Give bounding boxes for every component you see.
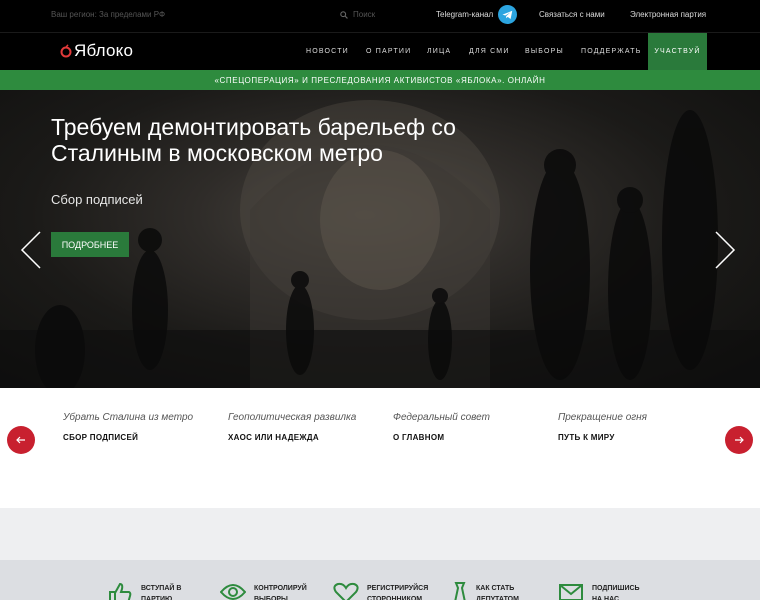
nav-item-people[interactable]: лица xyxy=(427,48,451,55)
action-label: ВСТУПАЙ В ПАРТИЮ xyxy=(141,585,182,600)
search-input[interactable]: Поиск xyxy=(353,10,375,19)
action-label: КАК СТАТЬ ДЕПУТАТОМ xyxy=(476,585,519,600)
topic-card-title: Убрать Сталина из метро xyxy=(63,412,194,423)
tie-icon xyxy=(454,582,466,600)
apple-logo-icon xyxy=(60,44,72,58)
search-box[interactable]: Поиск xyxy=(340,10,375,19)
topic-card[interactable]: Прекращение огня ПУТЬ К МИРУ xyxy=(558,412,713,442)
action-label: РЕГИСТРИРУЙСЯ СТОРОННИКОМ xyxy=(367,585,429,600)
hero-title: Требуем демонтировать барельеф со Сталин… xyxy=(51,114,456,166)
topic-card[interactable]: Федеральный совет О ГЛАВНОМ xyxy=(393,412,548,442)
action-become-deputy[interactable]: КАК СТАТЬ ДЕПУТАТОМ xyxy=(452,582,526,600)
participate-button[interactable]: участвуй xyxy=(648,33,707,70)
region-selector[interactable]: Ваш регион: За пределами РФ xyxy=(51,10,165,19)
topic-card-link[interactable]: ПУТЬ К МИРУ xyxy=(558,433,713,442)
topic-card[interactable]: Геополитическая развилка ХАОС ИЛИ НАДЕЖД… xyxy=(228,412,383,442)
action-label: КОНТРОЛИРУЙ ВЫБОРЫ xyxy=(254,585,307,600)
action-control-elections[interactable]: КОНТРОЛИРУЙ ВЫБОРЫ xyxy=(220,582,307,600)
hero-subtitle: Сбор подписей xyxy=(51,192,143,207)
chevron-left-icon[interactable] xyxy=(20,230,42,270)
action-label: ПОДПИШИСЬ НА НАС xyxy=(592,585,640,600)
mail-icon xyxy=(559,584,583,600)
nav-item-press[interactable]: для сми xyxy=(469,48,510,55)
telegram-link[interactable]: Telegram-канал xyxy=(436,10,493,19)
topic-card-link[interactable]: СБОР ПОДПИСЕЙ xyxy=(63,433,218,442)
main-nav: Яблоко новости о партии лица для сми выб… xyxy=(0,32,760,70)
nav-item-news[interactable]: новости xyxy=(306,48,349,55)
heart-icon xyxy=(333,582,359,600)
electronic-party-link[interactable]: Электронная партия xyxy=(630,10,706,19)
telegram-icon xyxy=(502,10,513,19)
hero-more-button[interactable]: ПОДРОБНЕЕ xyxy=(51,232,129,257)
topic-card-title: Федеральный совет xyxy=(393,412,490,423)
action-subscribe[interactable]: ПОДПИШИСЬ НА НАС xyxy=(558,582,642,600)
topics-carousel: Убрать Сталина из метро СБОР ПОДПИСЕЙ Ге… xyxy=(0,388,760,508)
nav-item-support[interactable]: поддержать xyxy=(581,48,642,55)
action-join-party[interactable]: ВСТУПАЙ В ПАРТИЮ xyxy=(107,582,191,600)
spacer-section xyxy=(0,508,760,560)
arrow-right-icon xyxy=(735,436,744,444)
hero-slider: Требуем демонтировать барельеф со Сталин… xyxy=(0,90,760,388)
nav-item-elections[interactable]: выборы xyxy=(525,48,564,55)
news-banner[interactable]: «СПЕЦОПЕРАЦИЯ» И ПРЕСЛЕДОВАНИЯ АКТИВИСТО… xyxy=(0,70,760,90)
carousel-next-button[interactable] xyxy=(725,426,753,454)
contact-link[interactable]: Связаться с нами xyxy=(539,10,605,19)
topic-card-title: Прекращение огня xyxy=(558,412,648,423)
top-bar: Ваш регион: За пределами РФ Поиск Telegr… xyxy=(0,0,760,32)
thumbs-up-icon xyxy=(109,582,132,600)
topic-card-link[interactable]: ХАОС ИЛИ НАДЕЖДА xyxy=(228,433,383,442)
carousel-prev-button[interactable] xyxy=(7,426,35,454)
action-register-supporter[interactable]: РЕГИСТРИРУЙСЯ СТОРОННИКОМ xyxy=(333,582,429,600)
arrow-left-icon xyxy=(16,436,25,444)
search-icon xyxy=(340,10,348,19)
chevron-right-icon[interactable] xyxy=(714,230,736,270)
nav-item-about[interactable]: о партии xyxy=(366,48,411,55)
logo-text: Яблоко xyxy=(74,41,134,60)
topic-card[interactable]: Убрать Сталина из метро СБОР ПОДПИСЕЙ xyxy=(63,412,218,442)
telegram-button[interactable] xyxy=(498,5,517,24)
logo[interactable]: Яблоко xyxy=(60,41,133,61)
topic-card-link[interactable]: О ГЛАВНОМ xyxy=(393,433,548,442)
topic-card-title: Геополитическая развилка xyxy=(228,412,357,423)
eye-icon xyxy=(220,584,246,600)
